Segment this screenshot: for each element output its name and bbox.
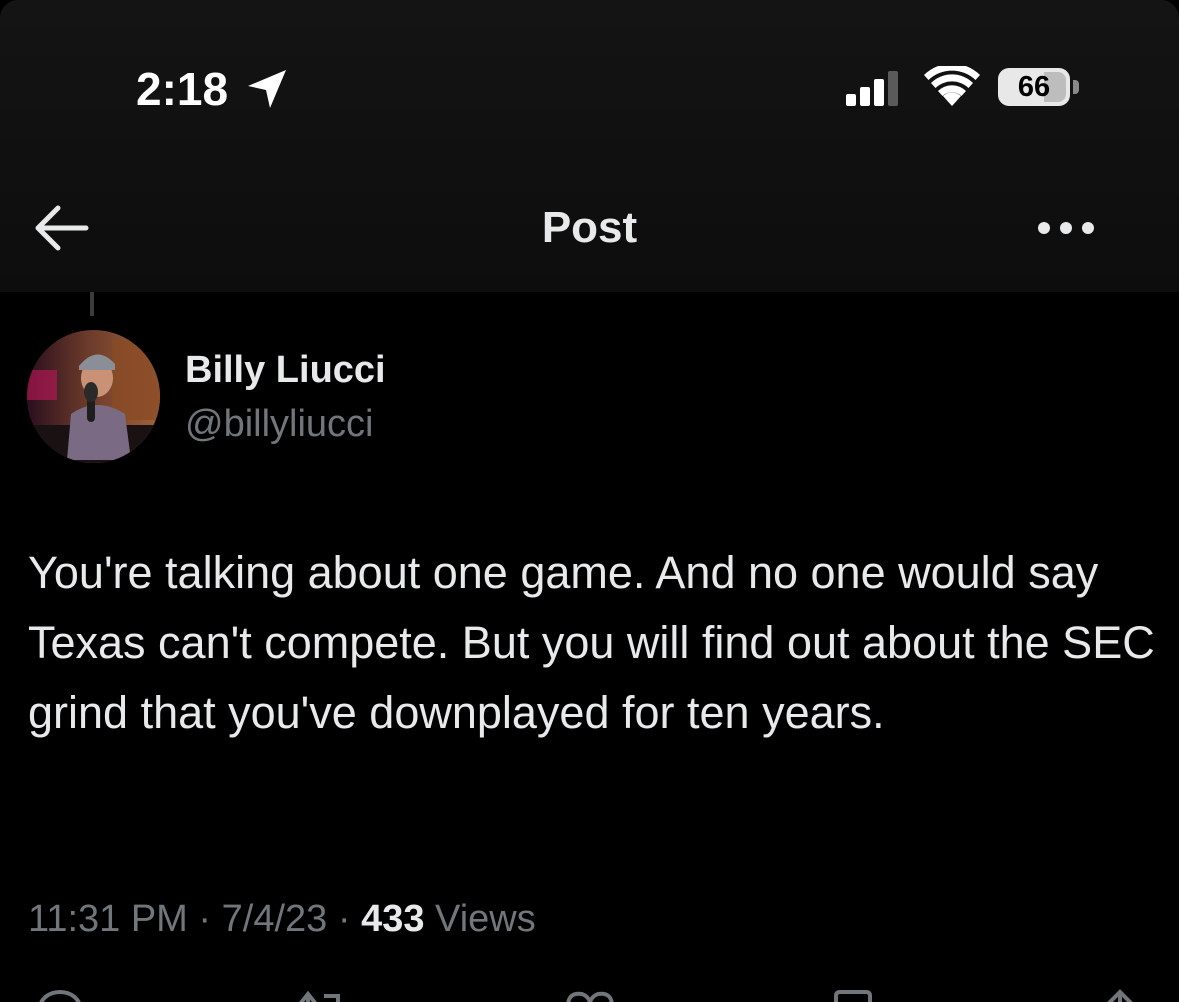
action-bar (0, 988, 1179, 1002)
more-options-icon[interactable] (1030, 208, 1102, 248)
like-icon[interactable] (560, 988, 620, 1002)
battery-icon: 66 (998, 68, 1070, 106)
avatar-photo (27, 330, 160, 463)
post-text: You're talking about one game. And no on… (28, 547, 1155, 738)
cellular-signal-icon (846, 71, 898, 106)
location-arrow-icon (248, 70, 286, 108)
post-time: 11:31 PM (28, 898, 188, 940)
wifi-icon (924, 66, 980, 106)
views-label[interactable]: Views (435, 898, 536, 940)
author-handle[interactable]: @billyliucci (185, 400, 374, 448)
reply-icon[interactable] (30, 988, 90, 1002)
page-title: Post (541, 203, 638, 252)
battery-percent: 66 (1017, 71, 1051, 103)
post-date: 7/4/23 (221, 898, 328, 940)
post-meta: 11:31 PM · 7/4/23 · 433 Views (28, 893, 536, 945)
author-name[interactable]: Billy Liucci (185, 346, 386, 394)
repost-icon[interactable] (290, 988, 350, 1002)
battery-nub (1073, 80, 1079, 94)
views-count[interactable]: 433 (361, 898, 424, 940)
share-icon[interactable] (1090, 988, 1150, 1002)
meta-separator: · (337, 898, 351, 940)
status-time: 2:18 (136, 63, 229, 115)
thread-connector-line (90, 292, 94, 316)
meta-separator: · (198, 898, 212, 940)
avatar[interactable] (27, 330, 160, 463)
bookmark-icon[interactable] (826, 988, 886, 1002)
